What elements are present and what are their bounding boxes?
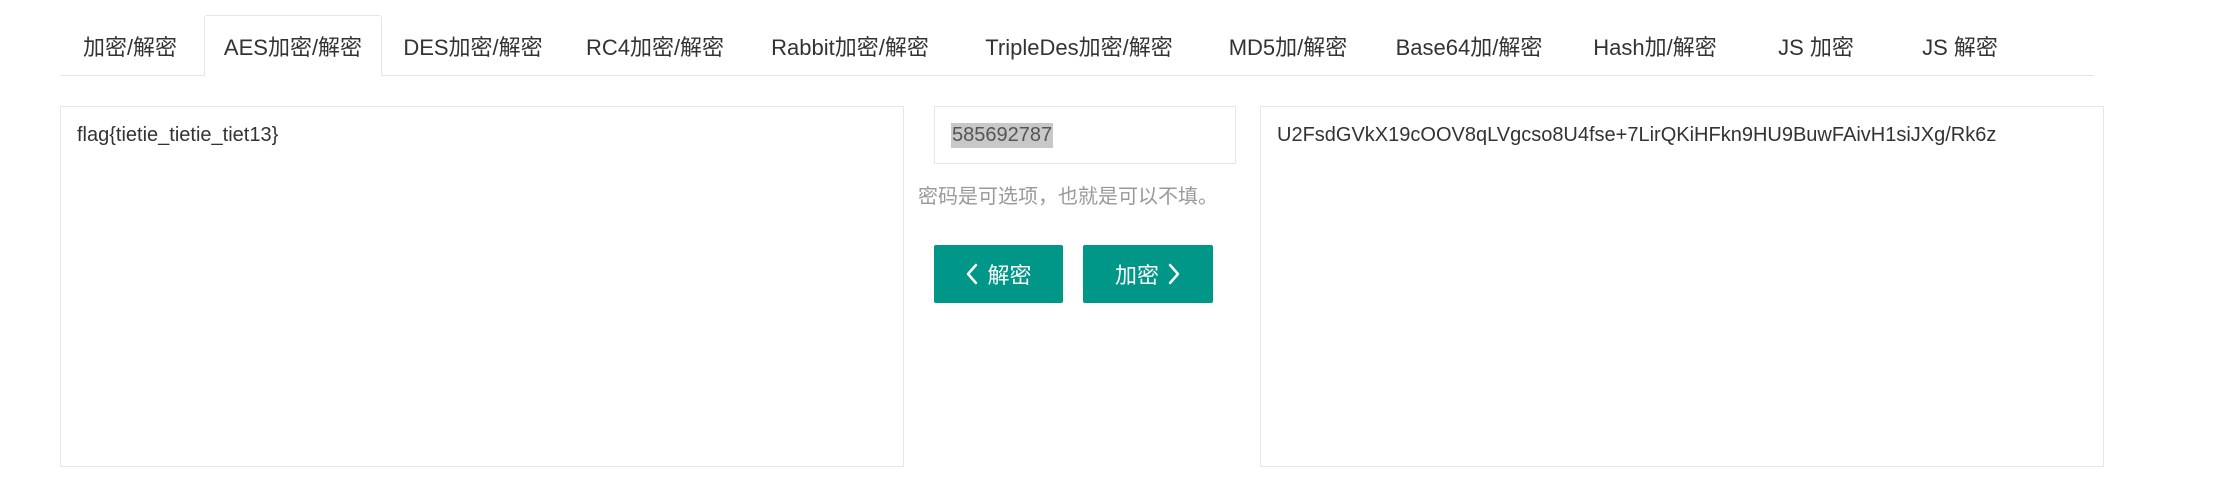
tab-des[interactable]: DES加密/解密 bbox=[384, 15, 562, 76]
chevron-left-icon bbox=[967, 263, 978, 285]
tab-encrypt-decrypt[interactable]: 加密/解密 bbox=[60, 15, 200, 76]
chevron-right-icon bbox=[1168, 263, 1180, 285]
tab-md5[interactable]: MD5加/解密 bbox=[1206, 15, 1370, 76]
tab-js-encrypt[interactable]: JS 加密 bbox=[1746, 15, 1886, 76]
ciphertext-output[interactable]: U2FsdGVkX19cOOV8qLVgcso8U4fse+7LirQKiHFk… bbox=[1260, 106, 2104, 467]
tab-rabbit[interactable]: Rabbit加密/解密 bbox=[748, 15, 952, 76]
plaintext-input[interactable]: flag{tietie_tietie_tiet13} bbox=[60, 106, 904, 467]
tab-bar: 加密/解密 AES加密/解密 DES加密/解密 RC4加密/解密 Rabbit加… bbox=[60, 15, 2094, 77]
password-input[interactable]: 585692787 bbox=[934, 106, 1236, 164]
encrypt-button[interactable]: 加密 bbox=[1083, 245, 1213, 303]
password-hint: 密码是可选项，也就是可以不填。 bbox=[918, 186, 1218, 208]
tab-aes[interactable]: AES加密/解密 bbox=[204, 15, 382, 77]
encrypt-button-label: 加密 bbox=[1114, 263, 1159, 288]
page: 加密/解密 AES加密/解密 DES加密/解密 RC4加密/解密 Rabbit加… bbox=[0, 0, 2219, 494]
tab-rc4[interactable]: RC4加密/解密 bbox=[566, 15, 744, 76]
tab-base64[interactable]: Base64加/解密 bbox=[1374, 15, 1564, 76]
password-value: 585692787 bbox=[951, 122, 1054, 148]
tab-tripledes[interactable]: TripleDes加密/解密 bbox=[956, 15, 1202, 76]
decrypt-button[interactable]: 解密 bbox=[934, 245, 1063, 303]
tab-js-decrypt[interactable]: JS 解密 bbox=[1890, 15, 2030, 76]
tab-hash[interactable]: Hash加/解密 bbox=[1568, 15, 1742, 76]
decrypt-button-label: 解密 bbox=[987, 263, 1032, 288]
